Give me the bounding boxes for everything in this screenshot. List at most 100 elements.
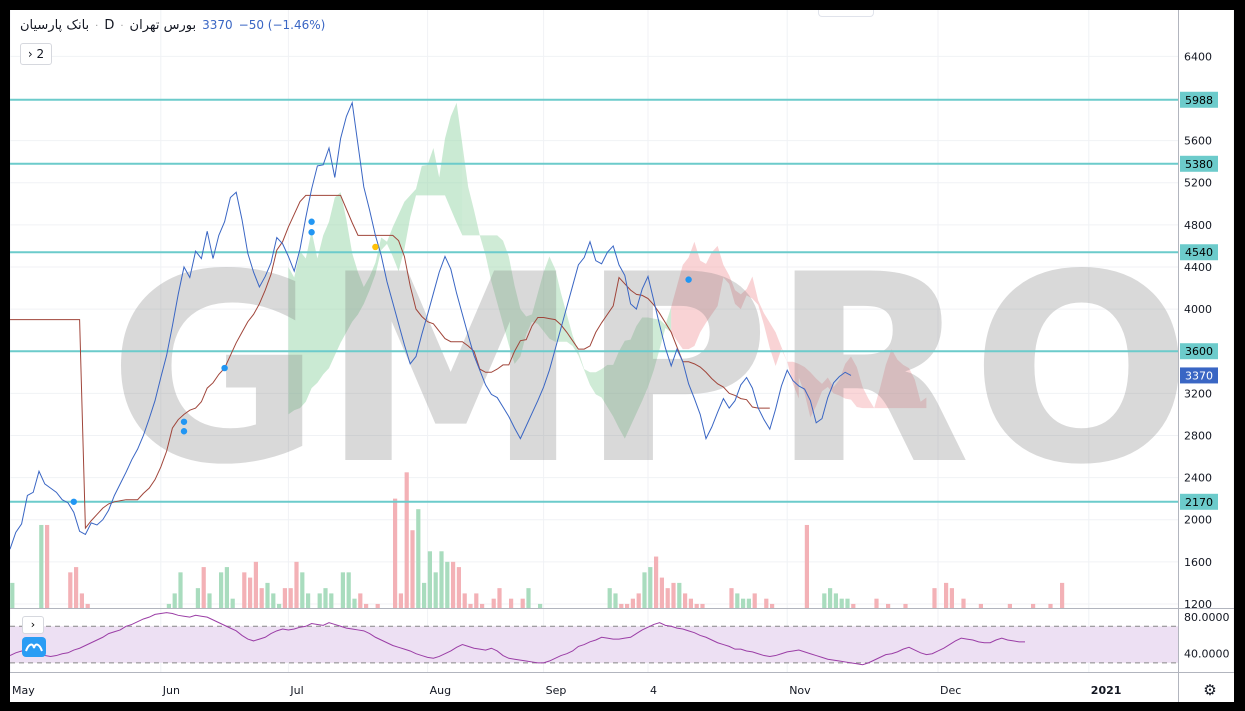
volume-bar <box>491 598 496 608</box>
time-tick-label: May <box>12 684 35 697</box>
time-tick-label: Jun <box>162 684 180 697</box>
volume-bar <box>166 603 171 608</box>
volume-bar <box>944 582 949 608</box>
pane-count: 2 <box>36 47 45 61</box>
collapse-indicators-button[interactable]: › 2 <box>20 43 52 65</box>
volume-bar <box>613 593 618 608</box>
volume-bar <box>804 524 809 608</box>
watermark-text: GMPRO <box>108 220 1192 522</box>
volume-bar <box>828 588 833 608</box>
volume-bar <box>949 588 954 608</box>
volume-bar <box>45 524 50 608</box>
volume-bar <box>68 572 73 608</box>
price-tick-label: 4800 <box>1184 219 1212 232</box>
level-label-text: 3600 <box>1185 345 1213 358</box>
volume-bar <box>323 588 328 608</box>
volume-bar <box>207 593 212 608</box>
indicator-logo-icon[interactable] <box>22 637 46 657</box>
volume-bar <box>230 598 235 608</box>
volume-bar <box>277 603 282 608</box>
price-tick-label: 2000 <box>1184 514 1212 527</box>
volume-bar <box>509 598 514 608</box>
volume-bar <box>886 603 891 608</box>
volume-bar <box>358 593 363 608</box>
level-label-text: 4540 <box>1185 246 1213 259</box>
price-tick-label: 2400 <box>1184 472 1212 485</box>
volume-bar <box>219 572 224 608</box>
time-tick-label: Dec <box>940 684 961 697</box>
price-tick-label: 6400 <box>1184 50 1212 63</box>
volume-bar <box>288 588 293 608</box>
volume-bar <box>659 577 664 608</box>
volume-bar <box>683 593 688 608</box>
volume-bar <box>845 598 850 608</box>
time-tick-label: Jul <box>289 684 303 697</box>
volume-bar <box>833 593 838 608</box>
volume-bar <box>74 567 79 608</box>
signal-dot <box>180 428 188 435</box>
volume-bar <box>839 598 844 608</box>
chart-frame[interactable]: GMPRO 6400 5600 5200 4800 4400 4000 3200 2800 240… <box>10 10 1234 702</box>
signal-dot <box>180 418 188 425</box>
volume-bar <box>242 572 247 608</box>
volume-bar <box>364 603 369 608</box>
volume-bar <box>404 472 409 608</box>
volume-bar <box>416 509 421 608</box>
signal-dot <box>70 498 77 505</box>
price-tick-label: 4400 <box>1184 261 1212 274</box>
rsi-expand-button[interactable]: › <box>22 616 44 634</box>
price-change: −50 (−1.46%) <box>238 18 326 32</box>
volume-bar <box>259 588 264 608</box>
volume-bar <box>265 582 270 608</box>
volume-bar <box>422 582 427 608</box>
volume-bar <box>398 593 403 608</box>
price-tick-label: 4000 <box>1184 303 1212 316</box>
interval-label: D <box>104 18 115 33</box>
volume-bar <box>694 603 699 608</box>
volume-bar <box>393 498 398 608</box>
volume-bar <box>648 567 653 608</box>
last-price: 3370 <box>202 18 233 32</box>
symbol-name: بانک پارسیان <box>20 18 90 33</box>
rsi-tick-label: 80.0000 <box>1184 611 1230 624</box>
price-tick-label: 1200 <box>1184 598 1212 611</box>
chart-canvas[interactable]: GMPRO64005600520048004400400032002800240… <box>10 10 1234 702</box>
volume-bar <box>619 603 624 608</box>
volume-bar <box>410 530 415 608</box>
last-price-text: 3370 <box>1185 369 1213 382</box>
volume-bar <box>306 593 311 608</box>
volume-bar <box>346 572 351 608</box>
volume-bar <box>497 588 502 608</box>
volume-bar <box>700 603 705 608</box>
volume-bar <box>201 567 206 608</box>
level-label-text: 5988 <box>1185 94 1213 107</box>
volume-bar <box>317 593 322 608</box>
symbol-legend[interactable]: بانک پارسیان · D · بورس تهران 3370 −50 (… <box>20 18 325 33</box>
volume-bar <box>248 577 253 608</box>
volume-bar <box>642 572 647 608</box>
volume-bar <box>851 603 856 608</box>
gear-icon[interactable]: ⚙ <box>1200 681 1220 699</box>
volume-bar <box>480 603 485 608</box>
volume-bar <box>352 598 357 608</box>
level-label-text: 5380 <box>1185 158 1213 171</box>
time-tick-label: Aug <box>430 684 451 697</box>
volume-bar <box>520 598 525 608</box>
volume-bar <box>741 598 746 608</box>
volume-bar <box>654 556 659 608</box>
signal-dot <box>221 364 228 372</box>
rsi-band <box>10 626 1178 663</box>
volume-bar <box>752 593 757 608</box>
volume-bar <box>474 593 479 608</box>
volume-bar <box>607 588 612 608</box>
volume-bar <box>224 567 229 608</box>
level-label-text: 2170 <box>1185 496 1213 509</box>
volume-bar <box>625 603 630 608</box>
volume-bar <box>822 593 827 608</box>
volume-bar <box>688 598 693 608</box>
volume-bar <box>874 598 879 608</box>
volume-bar <box>294 561 299 608</box>
volume-bar <box>746 598 751 608</box>
volume-bar <box>79 593 84 608</box>
price-tick-label: 3200 <box>1184 387 1212 400</box>
